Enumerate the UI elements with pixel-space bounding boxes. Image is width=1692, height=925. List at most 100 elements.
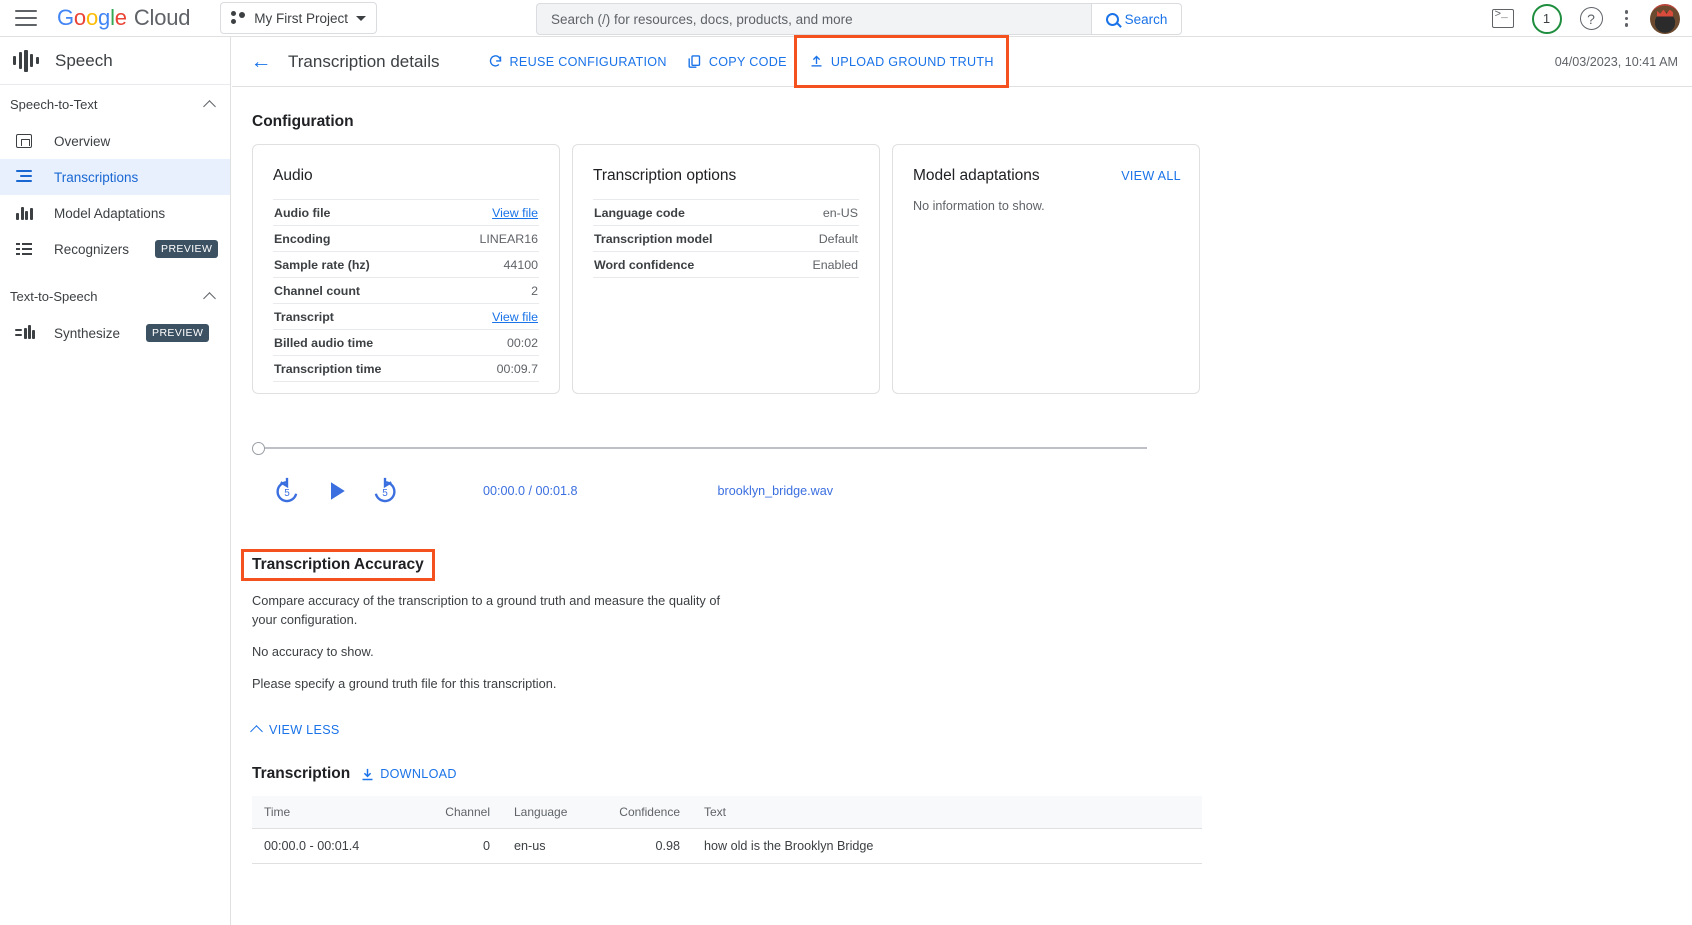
transcription-header: Transcription DOWNLOAD <box>252 765 1692 783</box>
topbar-actions: 1 ? <box>1492 0 1681 37</box>
row-key: Channel count <box>274 284 360 298</box>
row-key: Language code <box>594 206 685 220</box>
column-language: Language <box>502 796 597 829</box>
card-title: Transcription options <box>593 167 859 185</box>
row-key: Billed audio time <box>274 336 373 350</box>
row-value: 00:09.7 <box>497 362 538 376</box>
action-label: COPY CODE <box>709 55 787 69</box>
hamburger-icon[interactable] <box>15 10 37 26</box>
view-all-link[interactable]: VIEW ALL <box>1121 169 1181 183</box>
sidebar-item-overview[interactable]: Overview <box>0 123 230 159</box>
cloud-shell-icon[interactable] <box>1492 9 1514 28</box>
playback-time: 00:00.0 / 00:01.8 <box>483 484 578 498</box>
home-icon <box>14 132 36 150</box>
svg-text:5: 5 <box>382 488 388 499</box>
project-icon <box>231 11 246 25</box>
accuracy-hint: Please specify a ground truth file for t… <box>252 674 732 693</box>
sidebar-item-recognizers[interactable]: Recognizers PREVIEW <box>0 231 230 267</box>
cell-language: en-us <box>502 829 597 864</box>
cell-channel: 0 <box>412 829 502 864</box>
synthesize-icon <box>14 324 36 342</box>
more-options-icon[interactable] <box>1621 6 1633 31</box>
replay-5-icon[interactable]: 5 <box>272 476 302 506</box>
top-app-bar: Google Cloud My First Project Search (/)… <box>0 0 1692 37</box>
view-less-button[interactable]: VIEW LESS <box>252 723 1692 737</box>
sidebar-item-label: Transcriptions <box>54 170 138 185</box>
project-selector[interactable]: My First Project <box>220 2 377 34</box>
transcript-file-link[interactable]: View file <box>492 310 538 324</box>
play-icon[interactable] <box>321 476 351 506</box>
download-label: DOWNLOAD <box>380 767 457 781</box>
channel-count-row: Channel count 2 <box>273 277 539 303</box>
transcription-accuracy-section: Transcription Accuracy Compare accuracy … <box>232 552 1692 737</box>
transcription-section: Transcription DOWNLOAD Time Channel Lang… <box>232 765 1692 864</box>
slider-handle[interactable] <box>252 442 265 455</box>
global-search: Search (/) for resources, docs, products… <box>536 3 1182 35</box>
sample-rate-row: Sample rate (hz) 44100 <box>273 251 539 277</box>
search-input[interactable]: Search (/) for resources, docs, products… <box>536 3 1092 35</box>
empty-state-text: No information to show. <box>913 199 1179 213</box>
sidebar-section-label: Speech-to-Text <box>10 97 97 112</box>
sidebar-item-model-adaptations[interactable]: Model Adaptations <box>0 195 230 231</box>
main-content: ← Transcription details REUSE CONFIGURAT… <box>232 37 1692 925</box>
reuse-configuration-button[interactable]: REUSE CONFIGURATION <box>478 46 677 77</box>
row-key: Transcription model <box>594 232 712 246</box>
help-icon[interactable]: ? <box>1580 7 1603 30</box>
audio-file-link[interactable]: View file <box>492 206 538 220</box>
table-row[interactable]: 00:00.0 - 00:01.4 0 en-us 0.98 how old i… <box>252 829 1202 864</box>
row-value: 00:02 <box>507 336 538 350</box>
audio-player: 5 5 00:00.0 / 00:01.8 brooklyn_bridge.wa… <box>232 440 1692 506</box>
transcription-time-row: Transcription time 00:09.7 <box>273 355 539 382</box>
transcription-options-card: Transcription options Language code en-U… <box>572 144 880 394</box>
sidebar-section-speech-to-text[interactable]: Speech-to-Text <box>0 85 230 123</box>
page-title: Speech <box>55 51 113 71</box>
row-key: Transcript <box>274 310 334 324</box>
column-time: Time <box>252 796 412 829</box>
audio-card: Audio Audio file View file Encoding LINE… <box>252 144 560 394</box>
download-button[interactable]: DOWNLOAD <box>360 767 457 782</box>
row-value: 44100 <box>504 258 538 272</box>
cell-confidence: 0.98 <box>597 829 692 864</box>
page-header: ← Transcription details REUSE CONFIGURAT… <box>232 37 1692 87</box>
copy-code-button[interactable]: COPY CODE <box>677 46 797 77</box>
sidebar-section-label: Text-to-Speech <box>10 289 97 304</box>
transcriptions-icon <box>14 168 36 186</box>
sidebar-item-transcriptions[interactable]: Transcriptions <box>0 159 230 195</box>
status-badge: PREVIEW <box>155 240 218 258</box>
chevron-up-icon <box>203 292 216 305</box>
svg-text:5: 5 <box>284 488 290 499</box>
speech-icon <box>13 50 39 72</box>
forward-5-icon[interactable]: 5 <box>370 476 400 506</box>
google-cloud-logo[interactable]: Google Cloud <box>57 5 190 31</box>
sidebar-item-label: Overview <box>54 134 110 149</box>
reuse-icon <box>488 54 503 69</box>
card-title: Audio <box>273 167 539 185</box>
accuracy-status: No accuracy to show. <box>252 642 732 661</box>
notification-badge[interactable]: 1 <box>1532 4 1562 34</box>
page-title: Transcription details <box>288 52 440 72</box>
accuracy-description: Compare accuracy of the transcription to… <box>252 591 732 629</box>
recognizers-icon <box>14 240 36 258</box>
chevron-up-icon <box>203 100 216 113</box>
back-arrow-icon[interactable]: ← <box>244 45 278 79</box>
avatar[interactable] <box>1650 4 1680 34</box>
column-text: Text <box>692 796 1202 829</box>
upload-ground-truth-button[interactable]: UPLOAD GROUND TRUTH <box>797 38 1006 85</box>
sidebar-section-text-to-speech[interactable]: Text-to-Speech <box>0 277 230 315</box>
language-code-row: Language code en-US <box>593 199 859 225</box>
action-label: REUSE CONFIGURATION <box>510 55 667 69</box>
cloud-wordmark: Cloud <box>134 5 190 31</box>
sidebar-item-label: Model Adaptations <box>54 206 165 221</box>
sidebar-item-label: Synthesize <box>54 326 120 341</box>
column-confidence: Confidence <box>597 796 692 829</box>
status-badge: PREVIEW <box>146 324 209 342</box>
view-less-label: VIEW LESS <box>269 723 340 737</box>
transcript-row: Transcript View file <box>273 303 539 329</box>
progress-slider[interactable] <box>252 440 1147 456</box>
sidebar-item-synthesize[interactable]: Synthesize PREVIEW <box>0 315 230 351</box>
search-button[interactable]: Search <box>1092 3 1182 35</box>
transcription-model-row: Transcription model Default <box>593 225 859 251</box>
audio-file-row: Audio file View file <box>273 199 539 225</box>
cell-text: how old is the Brooklyn Bridge <box>692 829 1202 864</box>
audio-filename-link[interactable]: brooklyn_bridge.wav <box>718 484 834 498</box>
